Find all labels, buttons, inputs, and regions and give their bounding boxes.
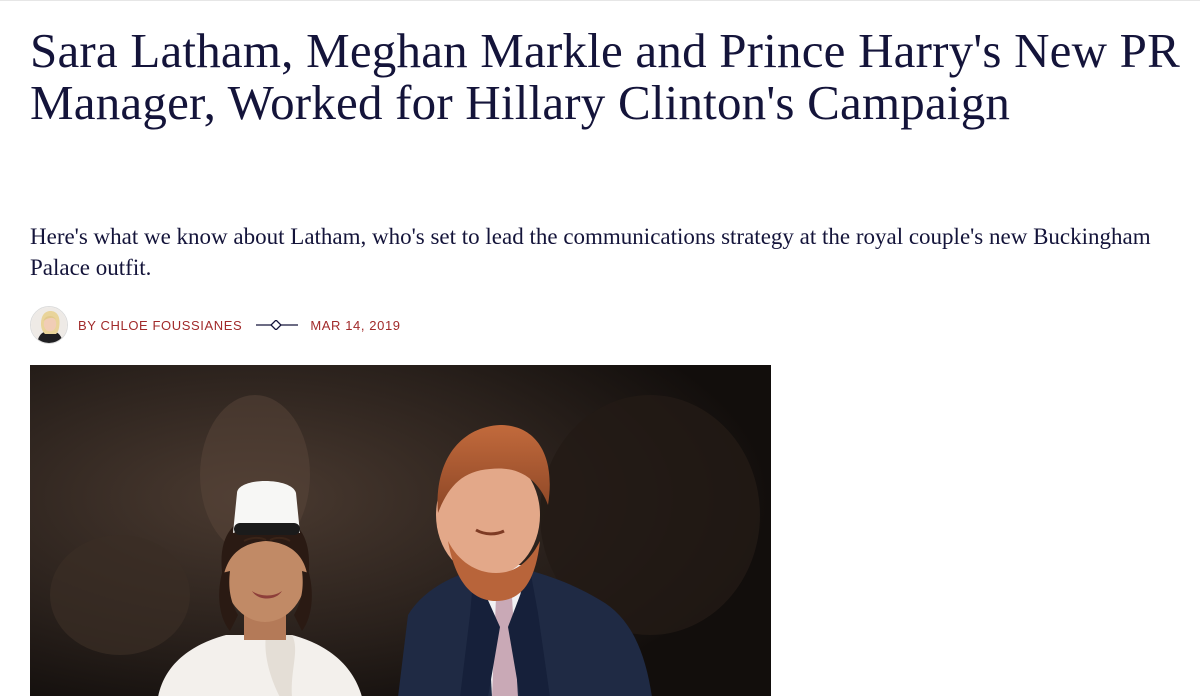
article-headline: Sara Latham, Meghan Markle and Prince Ha… (30, 23, 1180, 130)
diamond-line-icon (256, 320, 299, 330)
article-page: Sara Latham, Meghan Markle and Prince Ha… (0, 0, 1200, 696)
article-dek: Here's what we know about Latham, who's … (30, 224, 1151, 280)
author-avatar-image (31, 307, 67, 343)
byline: BY CHLOE FOUSSIANES MAR 14, 2019 (30, 305, 401, 345)
author-link[interactable]: BY CHLOE FOUSSIANES (78, 318, 242, 333)
hero-photo (30, 365, 771, 696)
hero-image (30, 365, 771, 696)
publish-date: MAR 14, 2019 (310, 317, 401, 333)
author-avatar[interactable] (30, 306, 68, 344)
